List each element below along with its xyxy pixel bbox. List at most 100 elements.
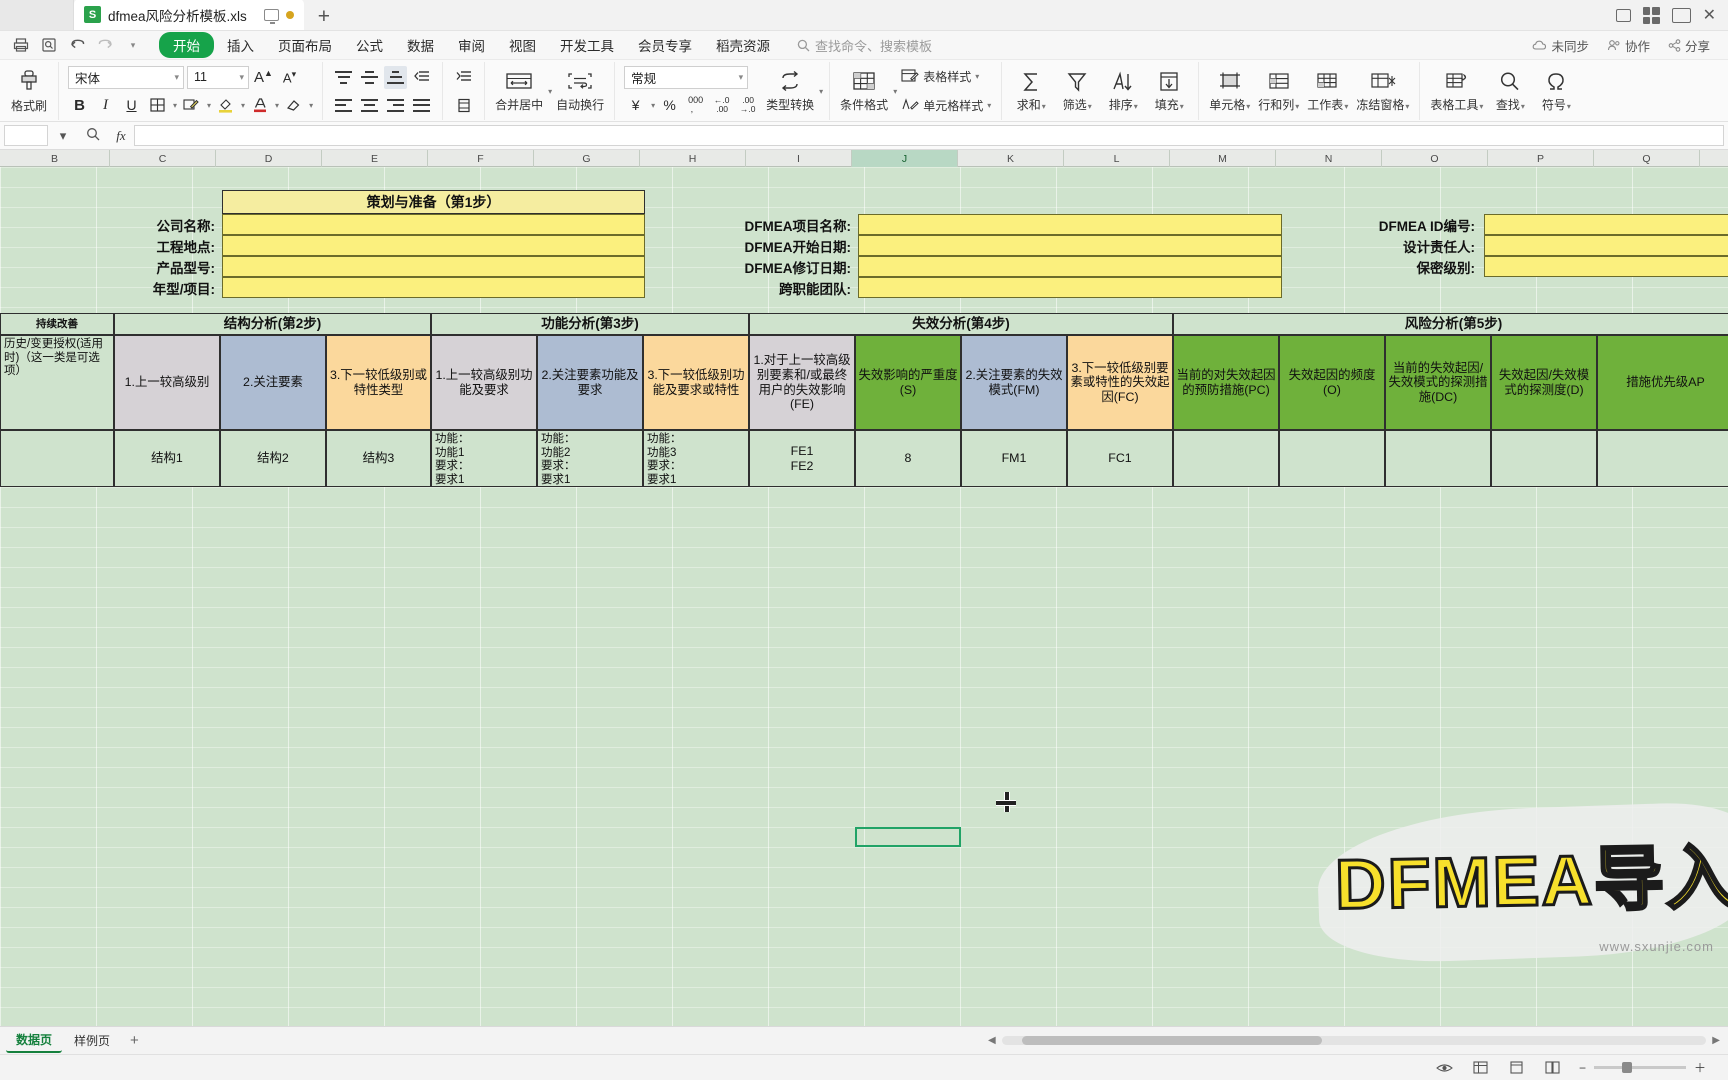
- name-box-dropdown-icon[interactable]: ▾: [48, 128, 78, 144]
- currency-button[interactable]: ¥: [624, 94, 647, 117]
- more-quick-access-icon[interactable]: ▾: [120, 33, 146, 57]
- menu-item-member[interactable]: 会员专享: [627, 32, 703, 58]
- column-header-N[interactable]: N: [1276, 150, 1382, 167]
- draw-border-caret-icon[interactable]: ▾: [207, 101, 211, 110]
- rows-cols-caret-icon[interactable]: ▾: [1295, 102, 1299, 111]
- column-header-B[interactable]: B: [0, 150, 110, 167]
- align-center-button[interactable]: [358, 94, 381, 117]
- column-header-J[interactable]: J: [852, 150, 958, 167]
- cell-r1-structure3[interactable]: 结构3: [326, 430, 431, 487]
- column-header-M[interactable]: M: [1170, 150, 1276, 167]
- menu-item-page-layout[interactable]: 页面布局: [267, 32, 343, 58]
- number-format-select[interactable]: 常规 ▾: [624, 65, 749, 89]
- column-header-P[interactable]: P: [1488, 150, 1594, 167]
- find-button[interactable]: 查找▾: [1487, 63, 1533, 119]
- restore-icon[interactable]: [1615, 9, 1631, 22]
- table-tools-caret-icon[interactable]: ▾: [1479, 102, 1483, 111]
- field-dfmea-start-date[interactable]: [858, 235, 1282, 256]
- sheet-tab-data[interactable]: 数据页: [6, 1028, 63, 1053]
- selected-cell[interactable]: [855, 827, 961, 847]
- cell-r1-structure2[interactable]: 结构2: [220, 430, 326, 487]
- normal-view-icon[interactable]: [1471, 1059, 1491, 1077]
- underline-button[interactable]: U: [120, 94, 143, 117]
- scroll-right-icon[interactable]: ▶: [1712, 1035, 1720, 1046]
- bold-button[interactable]: B: [68, 94, 91, 117]
- menu-item-docer[interactable]: 稻壳资源: [705, 32, 781, 58]
- cells-button[interactable]: 单元格▾: [1205, 63, 1254, 119]
- sync-status[interactable]: 未同步: [1532, 36, 1589, 55]
- name-box[interactable]: [4, 125, 48, 146]
- sort-caret-icon[interactable]: ▾: [1134, 102, 1138, 111]
- find-caret-icon[interactable]: ▾: [1521, 102, 1525, 111]
- fx-icon[interactable]: fx: [108, 128, 134, 144]
- column-header-O[interactable]: O: [1382, 150, 1488, 167]
- fill-color-caret-icon[interactable]: ▾: [241, 101, 245, 110]
- borders-caret-icon[interactable]: ▾: [173, 101, 177, 110]
- cell-r1-action-priority[interactable]: [1597, 430, 1728, 487]
- worksheet-caret-icon[interactable]: ▾: [1344, 102, 1348, 111]
- font-name-select[interactable]: 宋体 ▾: [68, 65, 184, 89]
- column-header-Q[interactable]: Q: [1594, 150, 1700, 167]
- cells-caret-icon[interactable]: ▾: [1246, 102, 1250, 111]
- print-preview-icon[interactable]: [36, 33, 62, 57]
- currency-caret-icon[interactable]: ▾: [651, 101, 655, 110]
- horizontal-scrollbar[interactable]: [1001, 1036, 1707, 1045]
- column-header-G[interactable]: G: [534, 150, 640, 167]
- column-header-K[interactable]: K: [958, 150, 1064, 167]
- formula-input[interactable]: [134, 125, 1724, 146]
- redo-icon[interactable]: [92, 33, 118, 57]
- column-header-E[interactable]: E: [322, 150, 428, 167]
- cell-r1-function1[interactable]: 功能： 功能1 要求： 要求1: [431, 430, 537, 487]
- field-confidentiality[interactable]: [1484, 256, 1728, 277]
- search-command-box[interactable]: 查找命令、搜索模板: [797, 36, 932, 55]
- field-dfmea-revision-date[interactable]: [858, 256, 1282, 277]
- apps-grid-icon[interactable]: [1642, 7, 1660, 24]
- cell-r1-failure-effect[interactable]: FE1 FE2: [749, 430, 855, 487]
- align-bottom-button[interactable]: [384, 65, 408, 89]
- filter-button[interactable]: 筛选▾: [1054, 63, 1100, 119]
- align-left-button[interactable]: [332, 94, 355, 117]
- cell-r1-detection-control[interactable]: [1385, 430, 1491, 487]
- text-direction-button[interactable]: [452, 94, 475, 117]
- fill-button[interactable]: 填充▾: [1146, 63, 1192, 119]
- minimize-icon[interactable]: [1671, 8, 1691, 23]
- print-icon[interactable]: [8, 33, 34, 57]
- format-painter-button[interactable]: 格式刷: [6, 63, 52, 119]
- align-justify-button[interactable]: [410, 94, 433, 117]
- clear-format-caret-icon[interactable]: ▾: [309, 101, 313, 110]
- page-break-preview-icon[interactable]: [1543, 1059, 1563, 1077]
- field-company-name[interactable]: [222, 214, 645, 235]
- decrease-font-size-button[interactable]: A▾: [278, 66, 301, 89]
- cell-r1-history[interactable]: [0, 430, 114, 487]
- cell-r1-occurrence[interactable]: [1279, 430, 1385, 487]
- undo-icon[interactable]: [64, 33, 90, 57]
- share-button[interactable]: 分享: [1668, 36, 1710, 55]
- align-right-button[interactable]: [384, 94, 407, 117]
- menu-item-formula[interactable]: 公式: [345, 32, 394, 58]
- zoom-out-icon[interactable]: −: [1579, 1061, 1586, 1075]
- spreadsheet-grid[interactable]: B C D E F G H I J K L M N O P Q 策划与准备（第1…: [0, 150, 1728, 1026]
- font-color-caret-icon[interactable]: ▾: [275, 101, 279, 110]
- cell-r1-function2[interactable]: 功能： 功能2 要求： 要求1: [537, 430, 643, 487]
- wrap-text-button[interactable]: 自动换行: [552, 63, 608, 119]
- horizontal-scroll-area[interactable]: ◀ ▶: [988, 1035, 1728, 1046]
- clear-format-button[interactable]: [282, 94, 305, 117]
- column-header-D[interactable]: D: [216, 150, 322, 167]
- cell-r1-failure-cause[interactable]: FC1: [1067, 430, 1173, 487]
- zoom-in-icon[interactable]: ＋: [1694, 1059, 1706, 1076]
- column-header-L[interactable]: L: [1064, 150, 1170, 167]
- sum-caret-icon[interactable]: ▾: [1042, 102, 1046, 111]
- close-icon[interactable]: ✕: [1703, 7, 1716, 24]
- zoom-slider-track[interactable]: [1593, 1062, 1686, 1073]
- cell-r1-function3[interactable]: 功能： 功能3 要求： 要求1: [643, 430, 749, 487]
- menu-item-data[interactable]: 数据: [396, 32, 445, 58]
- column-header-I[interactable]: I: [746, 150, 852, 167]
- freeze-panes-caret-icon[interactable]: ▾: [1405, 102, 1409, 111]
- fill-color-button[interactable]: [214, 94, 237, 117]
- increase-decimal-button[interactable]: ←.0 .00: [710, 94, 733, 117]
- document-tab[interactable]: S dfmea风险分析模板.xls: [74, 0, 304, 30]
- worksheet-button[interactable]: 工作表▾: [1303, 63, 1352, 119]
- new-tab-button[interactable]: +: [318, 6, 330, 30]
- italic-button[interactable]: I: [94, 94, 117, 117]
- field-dfmea-project-name[interactable]: [858, 214, 1282, 235]
